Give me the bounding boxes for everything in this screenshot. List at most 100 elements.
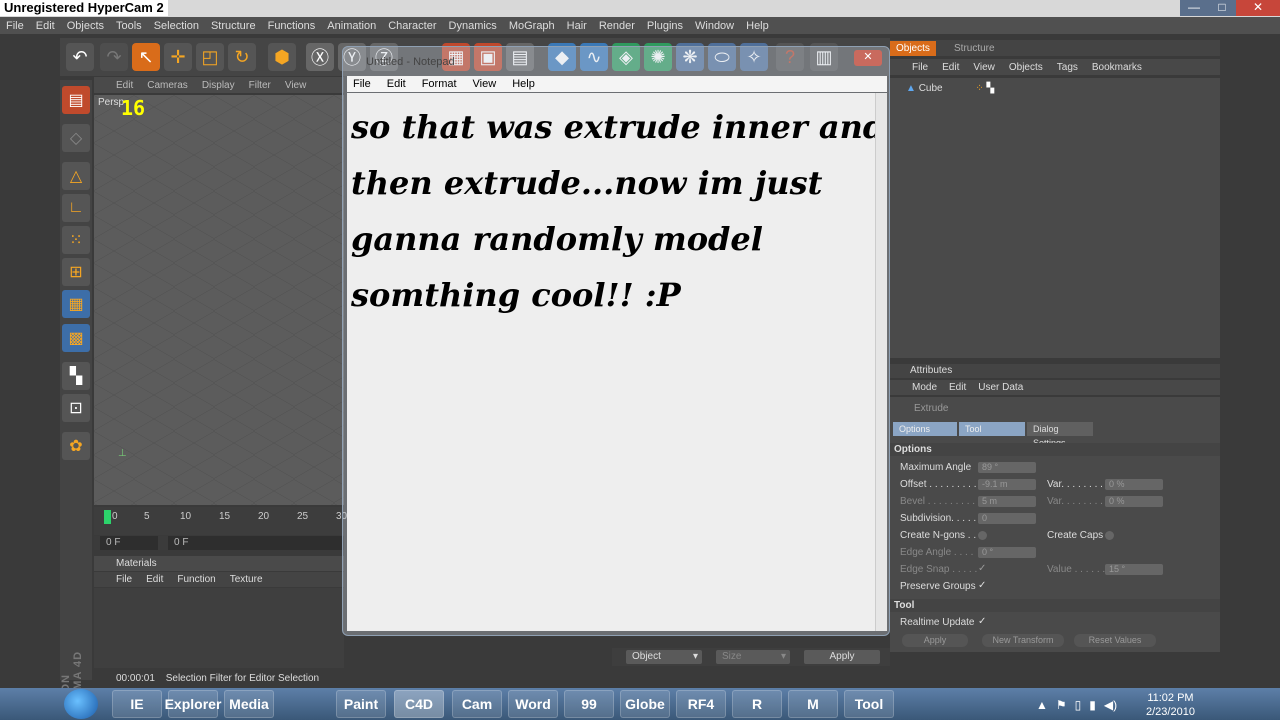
taskbar-app-globe[interactable]: Globe [620,690,670,718]
menu-hair[interactable]: Hair [567,20,587,32]
live-select-icon[interactable]: ↖ [132,43,160,71]
value-field[interactable]: 15 ° [1105,564,1163,575]
rotate-icon[interactable]: ↻ [228,43,256,71]
objects-menu-bookmarks[interactable]: Bookmarks [1092,62,1142,73]
create-caps-checkbox[interactable] [1105,531,1114,540]
attr-menu-edit[interactable]: Edit [949,382,966,393]
notepad-menu-edit[interactable]: Edit [387,78,406,90]
taskbar-app-c4d[interactable]: C4D [394,690,444,718]
show-hidden-icon[interactable]: ▲ [1036,698,1048,712]
x-axis-icon[interactable]: Ⓧ [306,43,334,71]
object-item-cube[interactable]: ▲ Cube ⁘ ▚ [906,83,994,94]
notepad-menu-help[interactable]: Help [512,78,535,90]
taskbar-app-cam[interactable]: Cam [452,690,502,718]
texture-axis-icon[interactable]: ∟ [62,194,90,222]
taskbar-app-roblox[interactable]: R [732,690,782,718]
phong-tag-icon[interactable]: ⁘ [975,83,983,94]
taskbar-app-word[interactable]: Word [508,690,558,718]
network-icon[interactable]: ▮ [1089,698,1096,712]
apply-tool-button[interactable]: Apply [902,634,968,647]
snap-icon[interactable]: ⊡ [62,394,90,422]
object-axis-icon[interactable]: △ [62,162,90,190]
polygons-mode-icon[interactable]: ▦ [62,290,90,318]
viewport-menu-filter[interactable]: Filter [249,80,271,91]
materials-menu-file[interactable]: File [116,574,132,585]
preserve-groups-checkbox[interactable]: ✓ [978,580,986,591]
objects-menu-edit[interactable]: Edit [942,62,959,73]
notepad-scrollbar[interactable] [875,93,887,631]
maximize-button[interactable]: □ [1208,0,1236,16]
viewport-menu-cameras[interactable]: Cameras [147,80,188,91]
close-button[interactable]: ✕ [1236,0,1280,16]
attr-tab-tool[interactable]: Tool [959,422,1025,436]
edges-mode-icon[interactable]: ⊞ [62,258,90,286]
taskbar-app-rf4[interactable]: RF4 [676,690,726,718]
object-list[interactable] [890,78,1220,358]
materials-area[interactable] [94,588,344,668]
size-dropdown[interactable]: Size ▾ [716,650,790,664]
menu-selection[interactable]: Selection [154,20,199,32]
menu-character[interactable]: Character [388,20,436,32]
taskbar-app-tool[interactable]: Tool [844,690,894,718]
attr-menu-user-data[interactable]: User Data [978,382,1023,393]
menu-plugins[interactable]: Plugins [647,20,683,32]
checker-icon[interactable]: ▚ [62,362,90,390]
objects-menu-tags[interactable]: Tags [1057,62,1078,73]
scale-icon[interactable]: ◰ [196,43,224,71]
volume-icon[interactable]: ◀) [1104,698,1117,712]
layout-switch-icon[interactable]: ▤ [62,86,90,114]
viewport-menu-display[interactable]: Display [202,80,235,91]
materials-menu-texture[interactable]: Texture [230,574,263,585]
menu-tools[interactable]: Tools [116,20,142,32]
new-transform-button[interactable]: New Transform [982,634,1064,647]
apply-button[interactable]: Apply [804,650,880,664]
move-icon[interactable]: ✛ [164,43,192,71]
undo-icon[interactable]: ↶ [66,43,94,71]
points-mode-icon[interactable]: ⁙ [62,226,90,254]
viewport-menu-view[interactable]: View [285,80,307,91]
redo-icon[interactable]: ↷ [100,43,128,71]
materials-menu-edit[interactable]: Edit [146,574,163,585]
current-frame-field[interactable]: 0 F [100,536,158,550]
tab-structure[interactable]: Structure [948,41,1001,56]
texture-tag-icon[interactable]: ▚ [987,83,995,94]
device-icon[interactable]: ▯ [1075,698,1082,712]
taskbar-app-paint[interactable]: Paint [336,690,386,718]
menu-animation[interactable]: Animation [327,20,376,32]
objects-menu-view[interactable]: View [973,62,995,73]
menu-mograph[interactable]: MoGraph [509,20,555,32]
taskbar-app-99[interactable]: 99 [564,690,614,718]
reset-values-button[interactable]: Reset Values [1074,634,1156,647]
model-mode-icon[interactable]: ◇ [62,124,90,152]
cube-icon[interactable]: ⬢ [268,43,296,71]
attr-tab-dialog-settings[interactable]: Dialog Settings [1027,422,1093,448]
start-frame-field[interactable]: 0 F [168,536,344,550]
create-ngons-checkbox[interactable] [978,531,987,540]
taskbar-app-ie[interactable]: IE [112,690,162,718]
menu-structure[interactable]: Structure [211,20,256,32]
playhead[interactable] [104,510,111,524]
var-field[interactable]: 0 % [1105,479,1163,490]
edge-snap-checkbox[interactable]: ✓ [978,563,986,574]
objects-menu-file[interactable]: File [912,62,928,73]
menu-functions[interactable]: Functions [268,20,316,32]
menu-render[interactable]: Render [599,20,635,32]
viewport-menu-edit[interactable]: Edit [116,80,133,91]
workplane-icon[interactable]: ✿ [62,432,90,460]
menu-help[interactable]: Help [746,20,769,32]
object-dropdown[interactable]: Object ▾ [626,650,702,664]
menu-file[interactable]: File [6,20,24,32]
bevel-field[interactable]: 5 m [978,496,1036,507]
taskbar-app-media[interactable]: Media [224,690,274,718]
realtime-update-checkbox[interactable]: ✓ [978,616,986,627]
start-button[interactable] [64,689,98,719]
system-clock[interactable]: 11:02 PM 2/23/2010 [1146,691,1195,719]
subdivision-field[interactable]: 0 [978,513,1036,524]
timeline[interactable]: 0 5 10 15 20 25 30 [94,507,347,535]
uv-mode-icon[interactable]: ▩ [62,324,90,352]
notepad-close-button[interactable]: ✕ [854,50,882,66]
attr-menu-mode[interactable]: Mode [912,382,937,393]
notepad-text-area[interactable]: so that was extrude inner and then extru… [347,93,885,631]
flag-icon[interactable]: ⚑ [1056,698,1067,712]
menu-objects[interactable]: Objects [67,20,104,32]
